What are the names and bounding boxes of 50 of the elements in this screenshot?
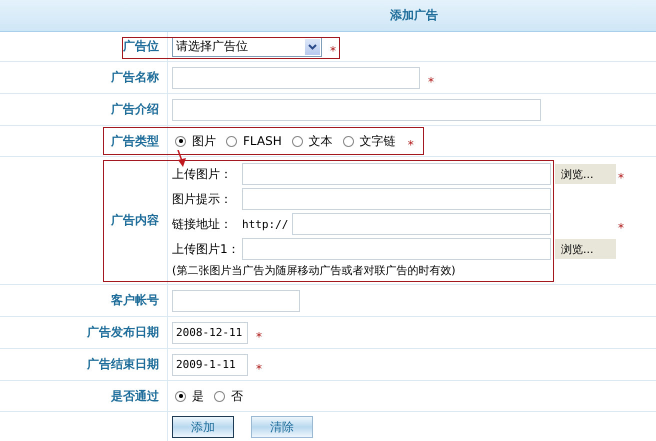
option-label: 图片 [192,132,216,150]
submit-button[interactable]: 添加 [172,416,234,438]
radio-button[interactable] [342,136,354,146]
option-label: 文本 [308,132,333,150]
caret-icon [305,38,320,54]
hint-text: (第二张图片当广告为随屏移动广告或者对联广告的时有效) [172,263,457,278]
field-label: 广告发布日期 [87,324,159,341]
radio-button[interactable] [175,390,186,402]
option-label: 是 [192,388,204,404]
browse-button[interactable]: 浏览... [555,164,616,184]
field-label: 广告类型 [111,132,159,150]
radio-button[interactable] [226,136,237,146]
field-label: 链接地址： [172,216,233,232]
field-label: 是否通过 [111,388,159,404]
field-label: 广告结束日期 [87,356,159,373]
text-field[interactable] [242,238,551,260]
radio-button[interactable] [292,136,303,146]
radio-button[interactable] [175,136,186,146]
text-field[interactable] [172,66,420,88]
field-label: 广告位 [123,38,159,55]
field-label: 上传图片1： [172,240,241,258]
required-mark: * [256,362,262,376]
required-mark: * [408,138,414,152]
text-field[interactable] [292,213,551,235]
required-mark: * [618,221,624,235]
option-label: 文字链 [360,132,396,150]
required-mark: * [618,171,624,185]
radio-button[interactable] [214,390,225,402]
text-field[interactable] [172,290,300,312]
field-label: 广告名称 [111,69,159,86]
url-prefix: http:// [242,218,290,230]
field-label: 广告内容 [111,212,159,229]
option-label: 否 [231,388,243,404]
date-field[interactable]: 2009-1-11 [172,354,248,376]
field-label: 图片提示： [172,190,233,208]
page-title: 添加广告 [390,7,438,24]
required-mark: * [330,44,336,58]
option-label: FLASH [243,134,282,148]
field-label: 上传图片： [172,166,233,182]
field-label: 客户帐号 [111,292,159,309]
text-field[interactable] [242,188,551,210]
text-field[interactable] [242,163,551,185]
clear-button[interactable]: 清除 [251,416,313,438]
ad-slot-dropdown[interactable]: 请选择广告位 [172,36,322,56]
required-mark: * [428,74,434,88]
browse-button[interactable]: 浏览... [555,239,616,259]
required-mark: * [256,330,262,344]
date-field[interactable]: 2008-12-11 [172,322,248,344]
text-field[interactable] [172,98,541,120]
field-label: 广告介绍 [111,101,159,118]
